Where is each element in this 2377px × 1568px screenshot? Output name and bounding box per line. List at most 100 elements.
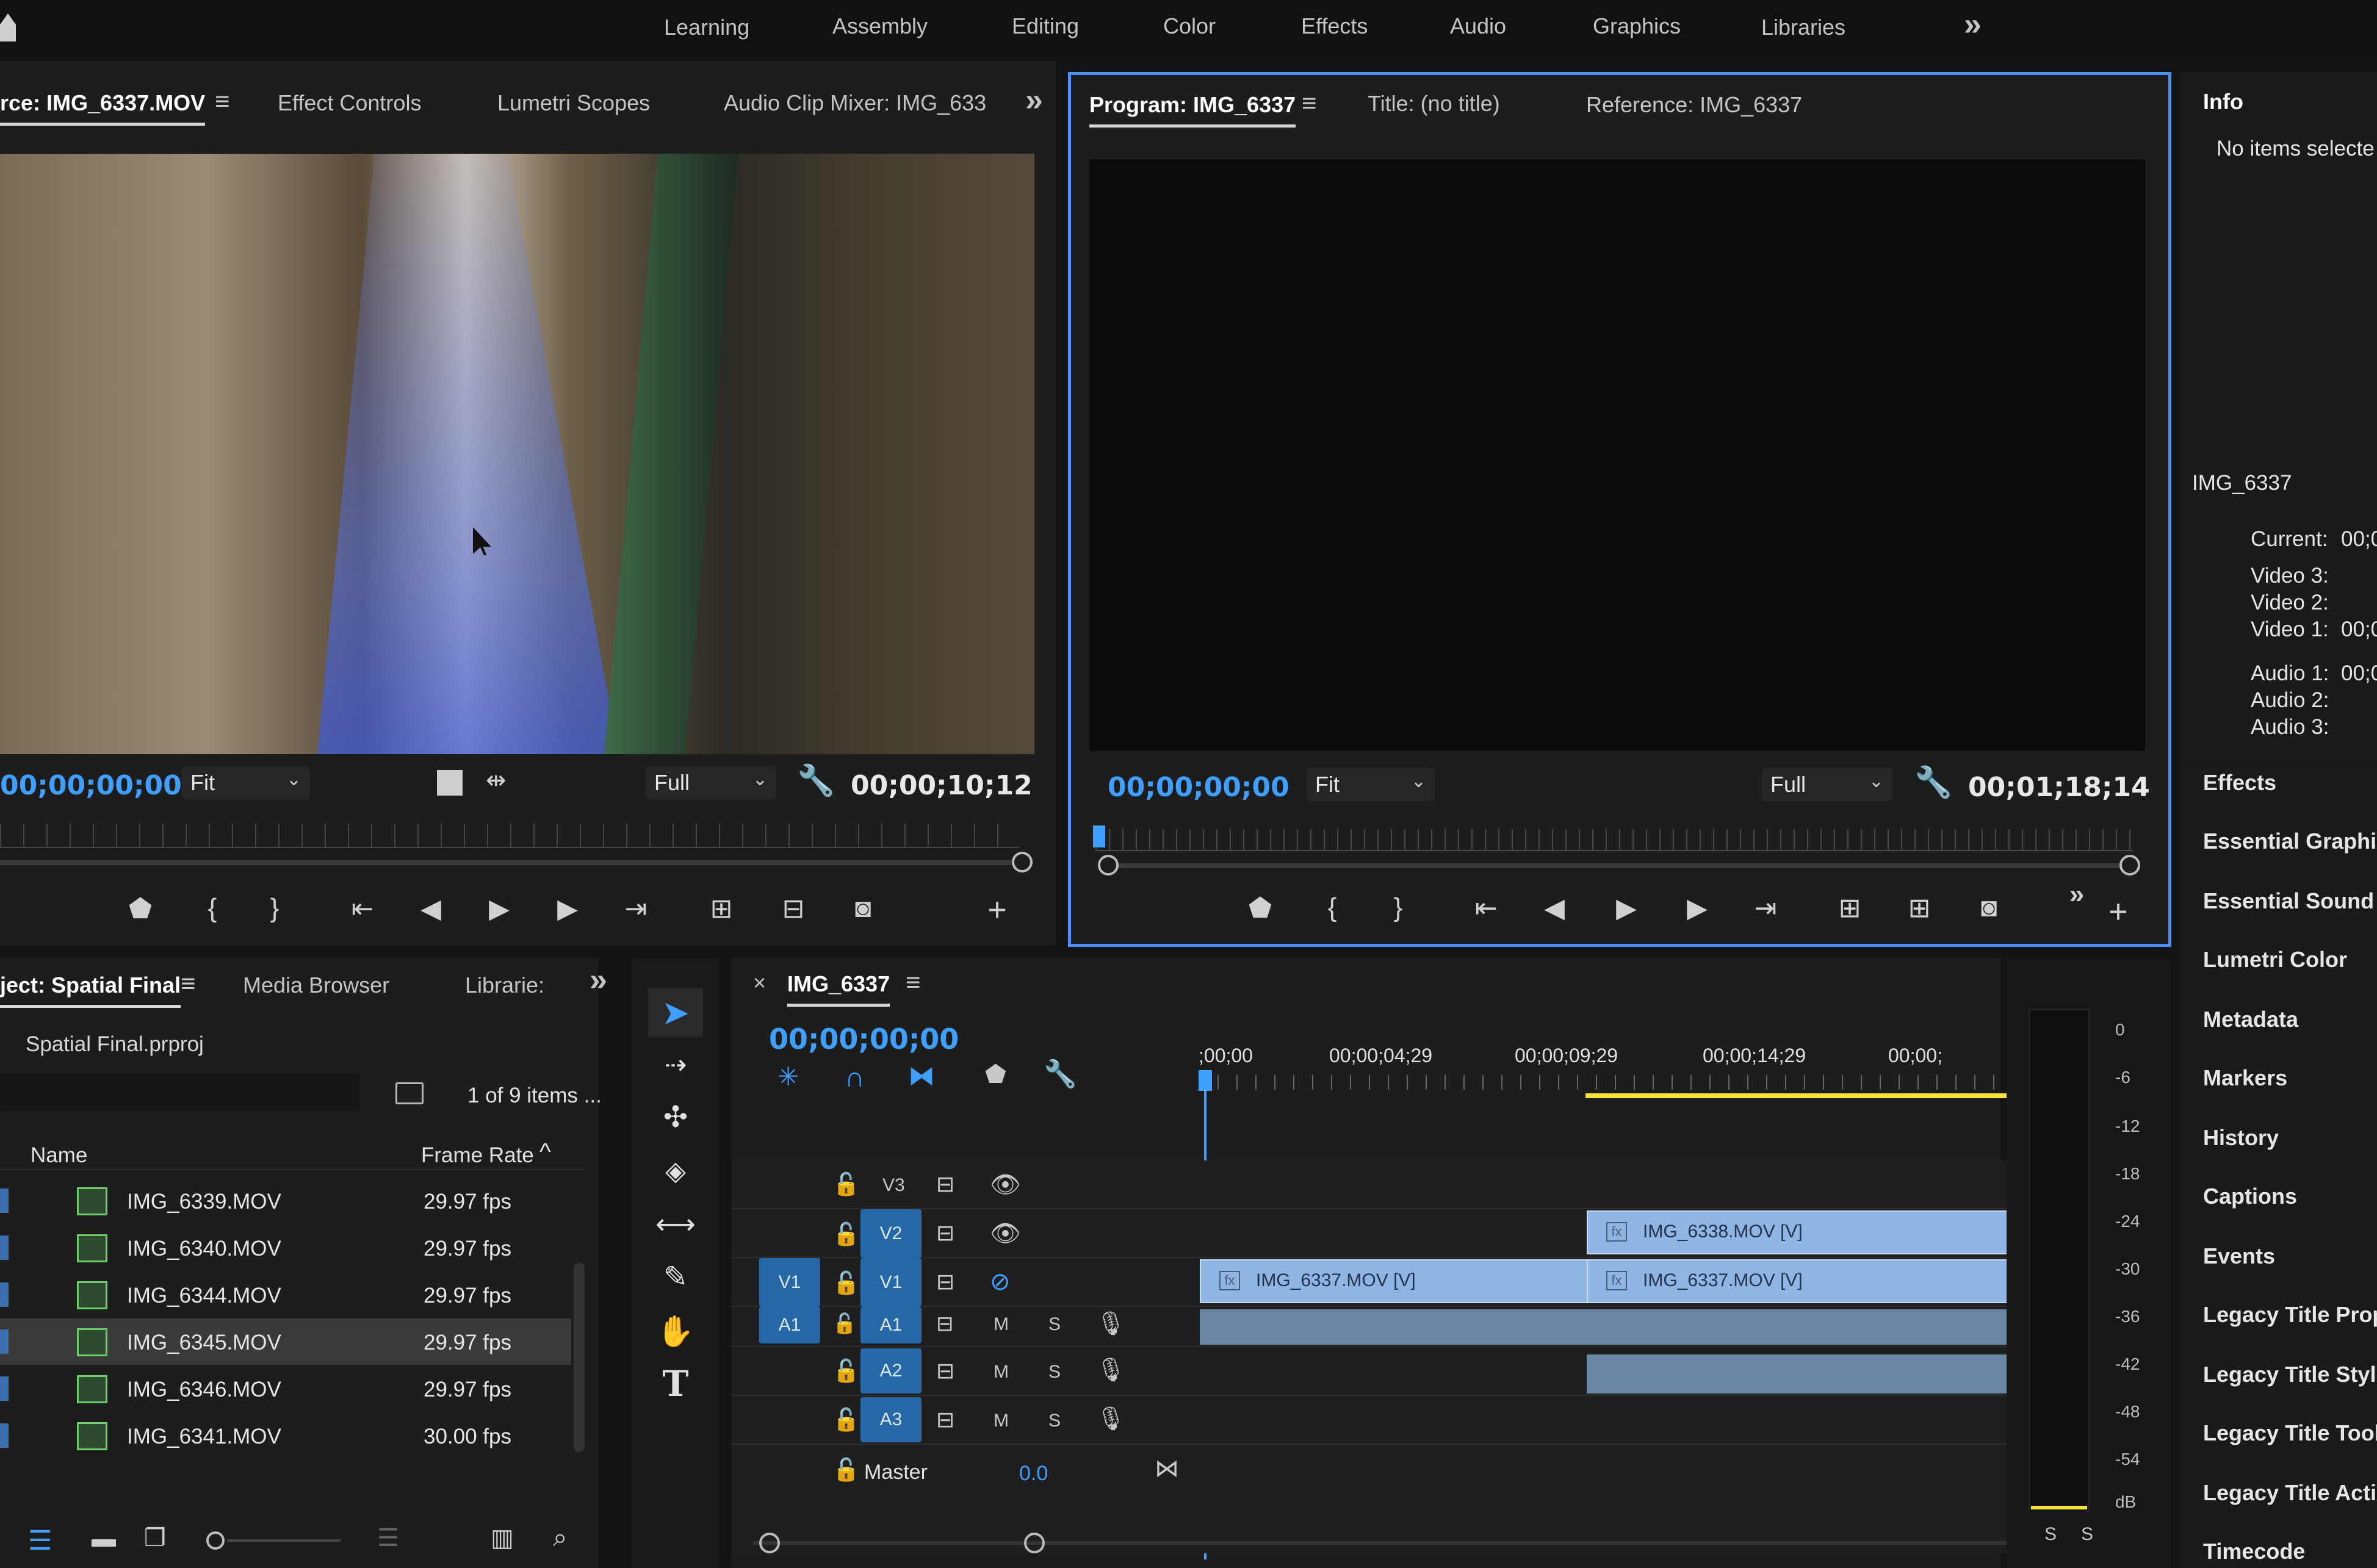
side-panel-lumetri-color[interactable]: Lumetri Color	[2203, 947, 2347, 973]
table-row[interactable]: IMG_6339.MOV 29.97 fps	[0, 1178, 586, 1224]
timeline-settings-wrench-icon[interactable]: 🔧	[1044, 1058, 1077, 1090]
drag-video-icon[interactable]: ⇹	[486, 766, 507, 794]
work-area-bar[interactable]	[1585, 1093, 2071, 1098]
lock-icon[interactable]: 🔓	[832, 1457, 860, 1483]
info-title[interactable]: Info	[2203, 89, 2243, 115]
list-view-icon[interactable]: ☰	[28, 1525, 52, 1556]
automate-to-sequence-icon[interactable]: ▥	[491, 1524, 514, 1552]
button-editor-plus-icon[interactable]: +	[979, 891, 1015, 929]
zoom-slider-track[interactable]	[227, 1539, 341, 1542]
solo-right-button[interactable]: S	[2081, 1524, 2093, 1545]
side-panel-essential-graphics[interactable]: Essential Graphics	[2203, 829, 2377, 854]
side-panel-effects[interactable]: Effects	[2203, 770, 2276, 796]
side-panel-legacy-title-tools[interactable]: Legacy Title Tools	[2203, 1420, 2377, 1446]
sync-lock-icon[interactable]: ⊟	[936, 1220, 954, 1246]
source-patch-v1[interactable]: V1	[759, 1258, 820, 1307]
side-panel-markers[interactable]: Markers	[2203, 1065, 2287, 1091]
source-zoom-scrollbar[interactable]	[0, 860, 1013, 865]
solo-button[interactable]: S	[1048, 1362, 1061, 1383]
horizontal-zoom-handle-right[interactable]	[1024, 1533, 1045, 1553]
sequence-menu-icon[interactable]: ≡	[906, 968, 921, 997]
workspace-color[interactable]: Color	[1163, 13, 1216, 39]
selection-tool-icon[interactable]: ➤	[648, 988, 703, 1037]
side-panel-timecode[interactable]: Timecode	[2203, 1539, 2305, 1564]
lock-icon[interactable]: 🔓	[832, 1358, 860, 1384]
play-icon[interactable]: ▶	[481, 893, 518, 924]
lock-icon[interactable]: 🔓	[832, 1312, 857, 1335]
go-to-end-icon[interactable]: ⋈	[1155, 1455, 1179, 1483]
program-playhead-timecode[interactable]: 00;00;00;00	[1108, 772, 1289, 803]
step-back-icon[interactable]: ◀	[413, 893, 449, 924]
step-forward-icon[interactable]: ▶	[549, 893, 586, 924]
linked-selection-icon[interactable]: ⧓	[908, 1060, 935, 1091]
workspace-assembly[interactable]: Assembly	[832, 13, 928, 39]
insert-overlay-icon[interactable]	[437, 770, 463, 796]
eye-icon[interactable]: 👁	[990, 1170, 1021, 1199]
timeline-playhead-timecode[interactable]: 00;00;00;00	[769, 1023, 959, 1056]
add-marker-icon[interactable]: ⬟	[122, 893, 159, 924]
program-controls-overflow-icon[interactable]: »	[2058, 879, 2095, 910]
program-quality-dropdown[interactable]: Full ⌄	[1762, 768, 1892, 801]
tab-lumetri-scopes[interactable]: Lumetri Scopes	[497, 90, 650, 116]
add-marker-icon[interactable]: ⬟	[1242, 893, 1279, 924]
home-icon[interactable]	[0, 13, 16, 41]
type-tool-icon[interactable]: T	[648, 1359, 703, 1408]
program-zoom-handle-right[interactable]	[2119, 855, 2140, 876]
sort-icons-icon[interactable]: ☰	[377, 1524, 399, 1552]
workspace-editing[interactable]: Editing	[1012, 13, 1079, 39]
lock-icon[interactable]: 🔓	[832, 1270, 860, 1296]
table-row[interactable]: IMG_6344.MOV 29.97 fps	[0, 1271, 586, 1318]
sync-lock-icon[interactable]: ⊟	[936, 1171, 954, 1197]
project-panel-menu-icon[interactable]: ≡	[181, 969, 196, 998]
track-target-a2[interactable]: A2	[860, 1348, 922, 1394]
column-header-frame-rate[interactable]: Frame Rate	[421, 1143, 534, 1168]
mark-in-icon[interactable]: {	[1314, 893, 1351, 923]
source-playhead-timecode[interactable]: 00;00;00;00	[0, 770, 182, 801]
project-tabs-overflow-icon[interactable]: »	[590, 962, 607, 998]
clip-v1-img6337-b[interactable]: fx IMG_6337.MOV [V]	[1587, 1259, 2072, 1303]
source-patch-a1[interactable]: A1	[759, 1307, 820, 1343]
snap-magnet-icon[interactable]: ∩	[845, 1060, 865, 1093]
go-to-out-icon[interactable]: ⇥	[618, 893, 654, 924]
close-sequence-icon[interactable]: ×	[753, 970, 766, 996]
insert-icon[interactable]: ⊞	[703, 893, 740, 924]
source-tabs-overflow-icon[interactable]: »	[1025, 82, 1043, 118]
sync-lock-icon[interactable]: ⊟	[936, 1312, 954, 1336]
lock-icon[interactable]: 🔓	[832, 1407, 860, 1433]
clip-v1-img6337-a[interactable]: fx IMG_6337.MOV [V]	[1200, 1259, 1588, 1303]
export-frame-camera-icon[interactable]: ◙	[845, 893, 881, 924]
eye-icon[interactable]: 👁	[990, 1219, 1021, 1248]
mark-out-icon[interactable]: }	[1380, 893, 1416, 923]
audio-clip-a2[interactable]	[1587, 1354, 2072, 1394]
zoom-slider-handle[interactable]	[206, 1531, 225, 1550]
program-settings-wrench-icon[interactable]: 🔧	[1914, 764, 1952, 800]
table-row[interactable]: IMG_6346.MOV 29.97 fps	[0, 1365, 586, 1412]
go-to-in-icon[interactable]: ⇤	[344, 893, 381, 924]
table-row[interactable]: IMG_6340.MOV 29.97 fps	[0, 1225, 586, 1271]
lock-icon[interactable]: 🔓	[832, 1221, 860, 1247]
audio-clip-a1-a[interactable]	[1200, 1309, 1588, 1345]
side-panel-events[interactable]: Events	[2203, 1243, 2275, 1269]
add-marker-icon[interactable]: ⬟	[985, 1060, 1006, 1088]
workspace-libraries[interactable]: Libraries	[1761, 15, 1845, 40]
clip-v2-img6338[interactable]: fx IMG_6338.MOV [V]	[1587, 1210, 2072, 1254]
mute-button[interactable]: M	[994, 1411, 1009, 1431]
horizontal-zoom-track[interactable]	[753, 1541, 2065, 1545]
program-video-frame[interactable]	[1089, 159, 2145, 751]
table-row[interactable]: IMG_6341.MOV 30.00 fps	[0, 1412, 586, 1459]
track-target-a1[interactable]: A1	[860, 1307, 922, 1343]
tab-libraries[interactable]: Librarie:	[465, 973, 544, 998]
side-panel-metadata[interactable]: Metadata	[2203, 1007, 2298, 1032]
project-list-scrollbar[interactable]	[574, 1263, 585, 1452]
source-time-ruler[interactable]	[0, 824, 1019, 848]
lock-icon[interactable]: 🔓	[832, 1171, 860, 1197]
pen-tool-icon[interactable]: ✎	[648, 1253, 703, 1302]
source-settings-wrench-icon[interactable]: 🔧	[797, 763, 835, 799]
track-target-a3[interactable]: A3	[860, 1397, 922, 1442]
track-target-v1[interactable]: V1	[860, 1258, 922, 1307]
tab-sequence[interactable]: IMG_6337	[787, 971, 890, 1007]
side-panel-captions[interactable]: Captions	[2203, 1184, 2297, 1209]
master-volume-value[interactable]: 0.0	[1019, 1462, 1048, 1486]
play-icon[interactable]: ▶	[1608, 893, 1645, 924]
timeline-playhead-marker[interactable]	[1199, 1070, 1212, 1091]
